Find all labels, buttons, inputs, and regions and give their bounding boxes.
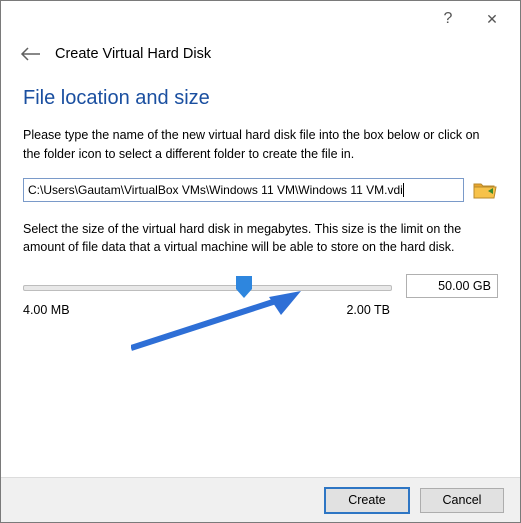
close-glyph: ✕: [486, 11, 498, 28]
location-help-text: Please type the name of the new virtual …: [23, 126, 498, 164]
create-button[interactable]: Create: [324, 487, 410, 514]
slider-labels: 4.00 MB 2.00 TB: [23, 303, 498, 317]
dialog-window: ? ✕ Create Virtual Hard Disk File locati…: [0, 0, 521, 523]
size-value: 50.00 GB: [438, 279, 491, 293]
help-glyph: ?: [444, 10, 453, 28]
browse-folder-button[interactable]: [472, 179, 498, 201]
slider-track: [23, 285, 392, 291]
file-path-row: C:\Users\Gautam\VirtualBox VMs\Windows 1…: [23, 178, 498, 202]
slider-min-label: 4.00 MB: [23, 303, 70, 317]
slider-thumb[interactable]: [236, 276, 252, 296]
close-icon[interactable]: ✕: [470, 1, 514, 37]
file-path-value: C:\Users\Gautam\VirtualBox VMs\Windows 1…: [28, 183, 403, 197]
cancel-button-label: Cancel: [443, 493, 482, 507]
dialog-footer: Create Cancel: [1, 477, 520, 522]
content-area: File location and size Please type the n…: [1, 87, 520, 317]
create-button-label: Create: [348, 493, 386, 507]
slider-max-label: 2.00 TB: [346, 303, 390, 317]
size-slider-row: 50.00 GB: [23, 271, 498, 301]
wizard-header: Create Virtual Hard Disk: [1, 37, 520, 83]
size-slider[interactable]: [23, 271, 392, 301]
wizard-title: Create Virtual Hard Disk: [55, 46, 211, 62]
size-help-text: Select the size of the virtual hard disk…: [23, 220, 498, 258]
back-button[interactable]: [19, 43, 41, 65]
section-title: File location and size: [23, 87, 498, 110]
folder-icon: [473, 180, 497, 200]
cancel-button[interactable]: Cancel: [420, 488, 504, 513]
help-icon[interactable]: ?: [426, 1, 470, 37]
file-path-input[interactable]: C:\Users\Gautam\VirtualBox VMs\Windows 1…: [23, 178, 464, 202]
titlebar: ? ✕: [1, 1, 520, 37]
size-value-input[interactable]: 50.00 GB: [406, 274, 498, 298]
